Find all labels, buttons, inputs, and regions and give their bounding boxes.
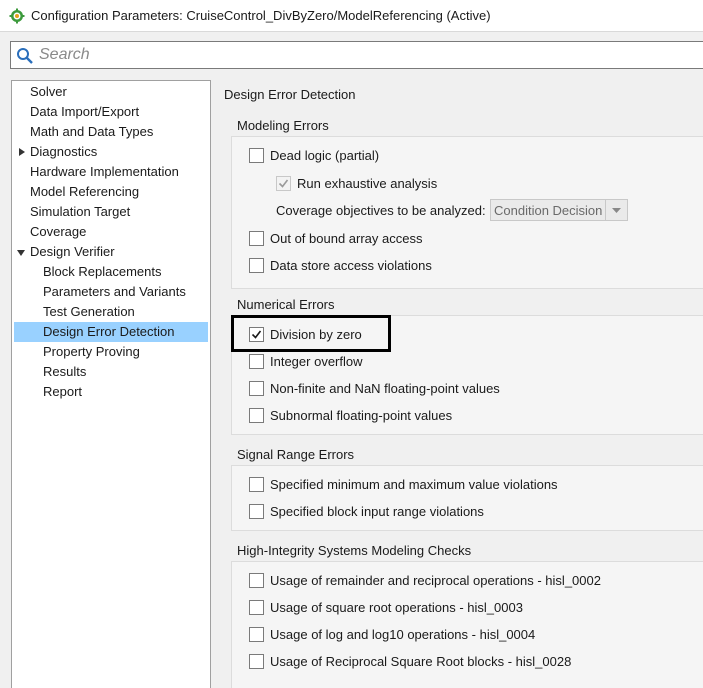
tree-item-report[interactable]: Report xyxy=(43,382,82,402)
hisl-0028-checkbox[interactable] xyxy=(249,654,264,669)
min-max-label: Specified minimum and maximum value viol… xyxy=(270,477,558,492)
data-store-label: Data store access violations xyxy=(270,258,432,273)
dead-logic-checkbox[interactable] xyxy=(249,148,264,163)
coverage-objectives-value: Condition Decision xyxy=(494,203,603,218)
search-input[interactable] xyxy=(39,44,699,66)
run-exhaustive-checkbox[interactable] xyxy=(276,176,291,191)
collapse-arrow-icon[interactable] xyxy=(17,249,25,257)
tree-item-design-verifier[interactable]: Design Verifier xyxy=(30,242,115,262)
modeling-errors-title: Modeling Errors xyxy=(237,118,329,133)
run-exhaustive-label: Run exhaustive analysis xyxy=(297,176,438,191)
non-finite-checkbox[interactable] xyxy=(249,381,264,396)
tree-item-model-referencing[interactable]: Model Referencing xyxy=(30,182,139,202)
tree-item-parameters-and-variants[interactable]: Parameters and Variants xyxy=(43,282,186,302)
panel-heading: Design Error Detection xyxy=(224,87,356,102)
hisl-0002-label: Usage of remainder and reciprocal operat… xyxy=(270,573,601,588)
subnormal-label: Subnormal floating-point values xyxy=(270,408,453,423)
signal-range-errors-group xyxy=(231,465,703,531)
tree-item-block-replacements[interactable]: Block Replacements xyxy=(43,262,162,282)
dropdown-button[interactable] xyxy=(605,200,627,220)
block-input-range-label: Specified block input range violations xyxy=(270,504,484,519)
hisl-0002-checkbox[interactable] xyxy=(249,573,264,588)
tree-item-math-and-data-types[interactable]: Math and Data Types xyxy=(30,122,153,142)
hisl-0003-label: Usage of square root operations - hisl_0… xyxy=(270,600,523,615)
search-bar[interactable] xyxy=(10,41,703,69)
min-max-checkbox[interactable] xyxy=(249,477,264,492)
category-tree: Solver Data Import/Export Math and Data … xyxy=(11,80,211,688)
data-store-checkbox[interactable] xyxy=(249,258,264,273)
high-integrity-title: High-Integrity Systems Modeling Checks xyxy=(237,543,472,558)
coverage-objectives-label: Coverage objectives to be analyzed: xyxy=(276,203,486,218)
numerical-errors-title: Numerical Errors xyxy=(237,297,335,312)
coverage-objectives-dropdown[interactable]: Condition Decision xyxy=(490,199,628,221)
title-bar: Configuration Parameters: CruiseControl_… xyxy=(0,0,703,32)
tree-item-design-error-detection[interactable]: Design Error Detection xyxy=(14,322,208,342)
tree-item-simulation-target[interactable]: Simulation Target xyxy=(30,202,130,222)
search-icon xyxy=(17,48,33,64)
checkmark-icon xyxy=(278,179,289,188)
out-of-bound-checkbox[interactable] xyxy=(249,231,264,246)
window-title: Configuration Parameters: CruiseControl_… xyxy=(31,8,491,23)
tree-item-results[interactable]: Results xyxy=(43,362,86,382)
integer-overflow-checkbox[interactable] xyxy=(249,354,264,369)
hisl-0003-checkbox[interactable] xyxy=(249,600,264,615)
highlight-outline xyxy=(231,315,391,352)
signal-range-errors-title: Signal Range Errors xyxy=(237,447,355,462)
expand-arrow-icon[interactable] xyxy=(18,148,26,156)
dead-logic-label: Dead logic (partial) xyxy=(270,148,380,163)
hisl-0004-checkbox[interactable] xyxy=(249,627,264,642)
non-finite-label: Non-finite and NaN floating-point values xyxy=(270,381,500,396)
out-of-bound-label: Out of bound array access xyxy=(270,231,423,246)
tree-item-data-import-export[interactable]: Data Import/Export xyxy=(30,102,139,122)
tree-item-diagnostics[interactable]: Diagnostics xyxy=(30,142,97,162)
tree-item-property-proving[interactable]: Property Proving xyxy=(43,342,140,362)
integer-overflow-label: Integer overflow xyxy=(270,354,363,369)
chevron-down-icon xyxy=(612,208,621,213)
tree-item-solver[interactable]: Solver xyxy=(30,82,67,102)
simulink-gear-icon xyxy=(9,8,25,24)
hisl-0028-label: Usage of Reciprocal Square Root blocks -… xyxy=(270,654,572,669)
hisl-0004-label: Usage of log and log10 operations - hisl… xyxy=(270,627,536,642)
tree-item-coverage[interactable]: Coverage xyxy=(30,222,86,242)
subnormal-checkbox[interactable] xyxy=(249,408,264,423)
tree-item-hardware-implementation[interactable]: Hardware Implementation xyxy=(30,162,179,182)
block-input-range-checkbox[interactable] xyxy=(249,504,264,519)
tree-item-test-generation[interactable]: Test Generation xyxy=(43,302,135,322)
